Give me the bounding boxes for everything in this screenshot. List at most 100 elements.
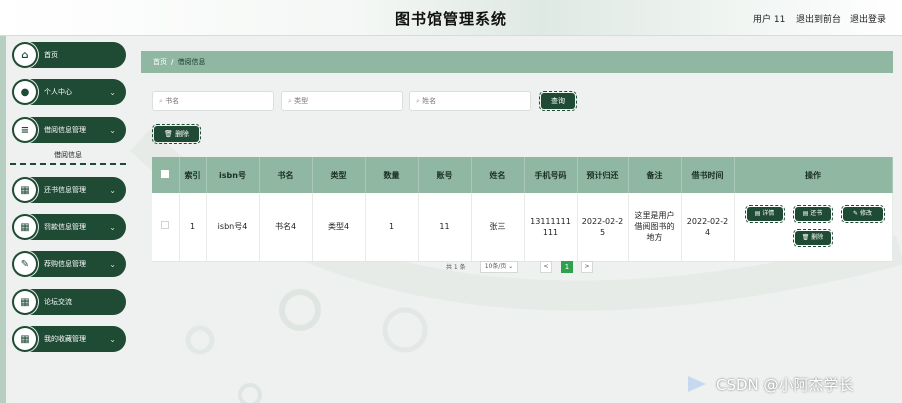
book-name-search-field[interactable]: ⌕: [152, 91, 274, 111]
type-search-field[interactable]: ⌕: [281, 91, 403, 111]
row-delete-button[interactable]: 🗑 删除: [792, 229, 833, 247]
cell-due: 2022-02-25: [577, 193, 629, 262]
table-header-row: 索引 isbn号 书名 类型 数量 账号 姓名 手机号码 预计归还 备注 借书时…: [152, 157, 893, 193]
type-input[interactable]: [294, 97, 395, 105]
col-header-qty: 数量: [365, 157, 419, 193]
search-icon: ⌕: [288, 97, 292, 105]
sidebar-item-1[interactable]: ⌂ 首页: [12, 42, 126, 68]
pencil-icon: ✎: [853, 210, 859, 217]
edit-label: 修改: [859, 210, 872, 217]
select-all-checkbox[interactable]: [161, 170, 170, 178]
cell-account: 11: [418, 193, 472, 262]
cell-name: 张三: [471, 193, 525, 262]
user-name: 用户 11: [753, 15, 786, 25]
sidebar-item-label: 论坛交流: [44, 298, 72, 306]
row-delete-label: 删除: [811, 234, 824, 241]
search-button[interactable]: 查询: [539, 91, 577, 111]
col-header-phone: 手机号码: [524, 157, 578, 193]
page-size-select[interactable]: 10条/页 ⌄: [480, 261, 518, 273]
trash-icon: 🗑: [163, 130, 173, 138]
col-header-isbn: isbn号: [206, 157, 260, 193]
logout-link[interactable]: 退出登录: [850, 12, 886, 25]
cell-qty: 1: [365, 193, 419, 262]
cell-type: 类型4: [312, 193, 366, 262]
cell-borrow-time: 2022-02-24: [681, 193, 735, 262]
trash-icon: 🗑: [801, 234, 810, 241]
batch-delete-button[interactable]: 🗑 删除: [152, 124, 201, 144]
doc-icon: ▤: [802, 210, 809, 217]
book-name-input[interactable]: [165, 97, 266, 105]
return-label: 还书: [810, 210, 823, 217]
sidebar-item-label: 罚款信息管理: [44, 223, 86, 231]
watermark-text: CSDN @小阿杰学长: [716, 376, 854, 394]
table-row: 1 isbn号4 书名4 类型4 1 11 张三 13111111111 202…: [152, 193, 893, 262]
home-icon: ⌂: [14, 44, 36, 66]
sidebar-item-label: 还书信息管理: [44, 186, 86, 194]
row-select-cell[interactable]: [152, 193, 180, 262]
breadcrumb-separator: /: [171, 58, 174, 66]
sidebar-item-label: 借阅信息管理: [44, 126, 86, 134]
select-all-cell[interactable]: [152, 157, 180, 193]
return-book-button[interactable]: ▤ 还书: [792, 205, 833, 223]
breadcrumb: 首页 / 借阅信息: [141, 51, 893, 73]
detail-button[interactable]: ▤ 详情: [744, 205, 785, 223]
next-page-button[interactable]: >: [581, 261, 593, 273]
col-header-account: 账号: [418, 157, 472, 193]
sidebar-item-6[interactable]: ✎ 荐购信息管理 ⌄: [12, 251, 126, 277]
page-size-value: 10条/页: [484, 263, 507, 270]
pagination-total: 共 1 条: [446, 264, 466, 271]
list-icon: ≡: [14, 119, 36, 141]
cell-isbn: isbn号4: [206, 193, 260, 262]
col-header-type: 类型: [312, 157, 366, 193]
breadcrumb-current: 借阅信息: [177, 58, 206, 66]
submenu-borrow-info[interactable]: 借阅信息: [10, 147, 126, 165]
page-1-button[interactable]: 1: [561, 261, 573, 273]
sidebar-item-3[interactable]: ≡ 借阅信息管理 ⌄: [12, 117, 126, 143]
edit-button[interactable]: ✎ 修改: [840, 205, 885, 223]
cell-ops: ▤ 详情 ▤ 还书 ✎ 修改 🗑 删除: [734, 193, 893, 262]
cell-book: 书名4: [259, 193, 313, 262]
chevron-down-icon: ⌄: [109, 185, 116, 195]
col-header-borrow-time: 借书时间: [681, 157, 735, 193]
col-header-book: 书名: [259, 157, 313, 193]
sidebar-item-label: 荐购信息管理: [44, 260, 86, 268]
sidebar-item-8[interactable]: ▦ 我的收藏管理 ⌄: [12, 326, 126, 352]
grid-icon: ▦: [14, 291, 36, 313]
tag-icon: ✎: [14, 253, 36, 275]
grid-icon: ▦: [14, 179, 36, 201]
csdn-logo-icon: [688, 376, 706, 392]
sidebar-item-5[interactable]: ▦ 罚款信息管理 ⌄: [12, 214, 126, 240]
name-search-field[interactable]: ⌕: [409, 91, 531, 111]
user-icon: ●: [14, 81, 36, 103]
top-header: 图书馆管理系统 用户 11 退出到前台 退出登录: [0, 0, 902, 36]
col-header-ops: 操作: [734, 157, 893, 193]
col-header-remark: 备注: [628, 157, 682, 193]
chevron-down-icon: ⌄: [508, 263, 514, 270]
chevron-down-icon: ⌄: [109, 259, 116, 269]
sidebar-item-label: 个人中心: [44, 88, 72, 96]
back-to-front-link[interactable]: 退出到前台: [796, 12, 841, 25]
sidebar-item-label: 首页: [44, 51, 58, 59]
chevron-down-icon: ⌄: [109, 334, 116, 344]
grid-icon: ▦: [14, 216, 36, 238]
search-icon: ⌕: [159, 97, 163, 105]
grid-icon: ▦: [14, 328, 36, 350]
chevron-down-icon: ⌄: [109, 125, 116, 135]
chevron-down-icon: ⌄: [109, 87, 116, 97]
batch-delete-label: 删除: [175, 130, 190, 138]
col-header-index: 索引: [179, 157, 207, 193]
sidebar-item-2[interactable]: ● 个人中心 ⌄: [12, 79, 126, 105]
search-icon: ⌕: [416, 97, 420, 105]
sidebar-item-label: 我的收藏管理: [44, 335, 86, 343]
breadcrumb-home[interactable]: 首页: [153, 58, 167, 66]
borrow-table: 索引 isbn号 书名 类型 数量 账号 姓名 手机号码 预计归还 备注 借书时…: [152, 157, 893, 262]
cell-index: 1: [179, 193, 207, 262]
col-header-name: 姓名: [471, 157, 525, 193]
name-input[interactable]: [422, 97, 523, 105]
sidebar-item-4[interactable]: ▦ 还书信息管理 ⌄: [12, 177, 126, 203]
detail-label: 详情: [762, 210, 775, 217]
doc-icon: ▤: [754, 210, 761, 217]
prev-page-button[interactable]: <: [540, 261, 552, 273]
row-checkbox[interactable]: [161, 221, 170, 230]
sidebar-item-7[interactable]: ▦ 论坛交流: [12, 289, 126, 315]
